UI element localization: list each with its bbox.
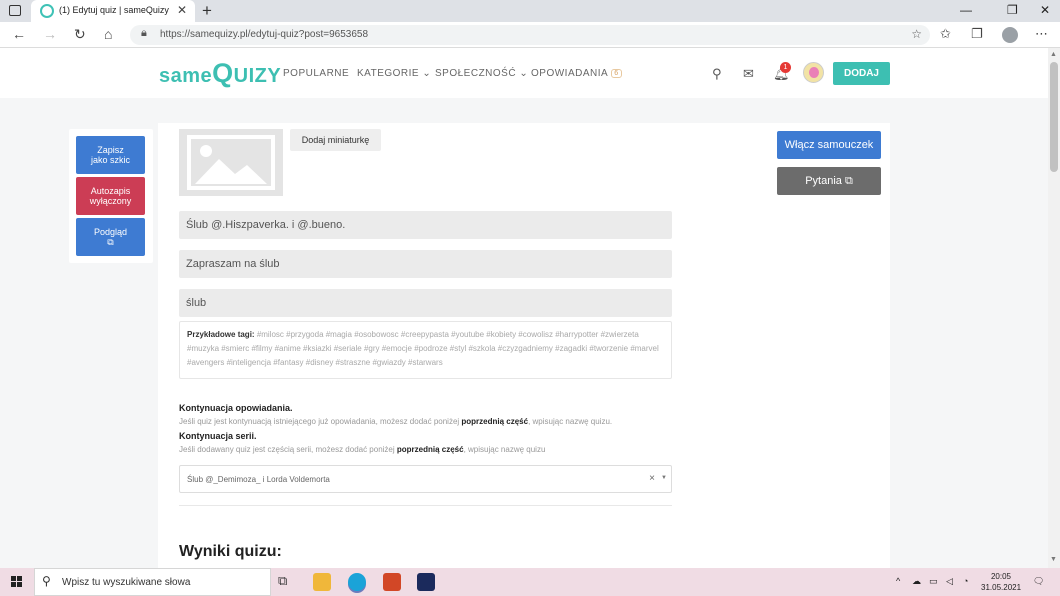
web-page: sameQUIZY POPULARNE KATEGORIE ⌄ SPOŁECZN… — [0, 48, 1048, 568]
task-view-icon[interactable]: ⧉ — [278, 573, 296, 591]
previous-part-select[interactable]: Ślub @_Demimoza_ i Lorda Voldemorta × ▼ — [179, 465, 672, 493]
forward-icon[interactable]: → — [43, 26, 57, 42]
image-placeholder-icon — [187, 135, 275, 190]
scroll-down-icon[interactable]: ▼ — [1050, 556, 1057, 563]
samequizy-logo[interactable]: sameQUIZY — [159, 58, 281, 89]
tags-input[interactable]: ślub — [179, 289, 672, 317]
scroll-thumb[interactable] — [1050, 62, 1058, 172]
collections-icon[interactable]: ❐ — [971, 26, 983, 42]
story-continuation-info: Jeśli quiz jest kontynuacją istniejącego… — [179, 417, 613, 426]
add-thumbnail-button[interactable]: Dodaj miniaturkę — [290, 129, 381, 151]
save-draft-button[interactable]: Zapisz jako szkic — [76, 136, 145, 174]
taskbar-search-placeholder: Wpisz tu wyszukiwane słowa — [62, 577, 191, 588]
tray-chevron-icon[interactable]: ^ — [896, 576, 900, 586]
tab-actions-icon[interactable] — [9, 5, 21, 16]
site-header: sameQUIZY POPULARNE KATEGORIE ⌄ SPOŁECZN… — [0, 48, 1048, 98]
battery-icon[interactable]: ▭ — [929, 576, 938, 587]
tutorial-button[interactable]: Włącz samouczek — [777, 131, 881, 159]
windows-taskbar: ⚲ Wpisz tu wyszukiwane słowa ⧉ ^ ☁ ▭ ◁ ◔… — [0, 568, 1060, 596]
quiz-editor: Dodaj miniaturkę Włącz samouczek Pytania… — [158, 123, 890, 568]
stories-count-badge: 6 — [611, 69, 622, 78]
tab-title: (1) Edytuj quiz | sameQuizy — [59, 5, 169, 15]
chevron-down-icon: ⌄ — [422, 68, 432, 79]
cloud-icon[interactable]: ☁ — [912, 576, 921, 587]
url-field[interactable]: 🔒︎ https://samequizy.pl/edytuj-quiz?post… — [130, 25, 930, 45]
title-input[interactable]: Ślub @.Hiszpaverka. i @.bueno. — [179, 211, 672, 239]
taskbar-search[interactable]: ⚲ Wpisz tu wyszukiwane słowa — [34, 568, 271, 596]
windows-start-icon[interactable] — [11, 576, 23, 588]
scroll-up-icon[interactable]: ▲ — [1050, 51, 1057, 58]
wifi-icon[interactable]: ◔ — [963, 576, 968, 586]
nav-stories[interactable]: OPOWIADANIA 6 — [531, 68, 622, 79]
add-button[interactable]: DODAJ — [833, 62, 890, 85]
clear-selection-icon[interactable]: × — [649, 473, 655, 484]
tab-close-icon[interactable]: ✕ — [177, 3, 187, 17]
home-icon[interactable]: ⌂ — [104, 26, 112, 42]
description-input[interactable]: Zapraszam na ślub — [179, 250, 672, 278]
favorite-star-icon[interactable]: ☆ — [911, 27, 922, 41]
app-icon[interactable] — [417, 573, 435, 591]
messages-icon[interactable]: ✉ — [743, 66, 754, 82]
favorites-icon[interactable]: ✩ — [940, 26, 951, 42]
close-window-button[interactable]: ✕ — [1040, 3, 1050, 17]
external-link-icon: ⧉ — [107, 237, 114, 247]
edge-browser-icon[interactable] — [348, 573, 366, 591]
questions-button[interactable]: Pytania ⧉ — [777, 167, 881, 195]
new-tab-button[interactable]: + — [202, 1, 212, 21]
browser-tab[interactable]: (1) Edytuj quiz | sameQuizy ✕ — [31, 0, 195, 22]
lock-icon: 🔒︎ — [141, 27, 147, 39]
address-bar: ← → ↻ ⌂ 🔒︎ https://samequizy.pl/edytuj-q… — [0, 22, 1060, 48]
powerpoint-icon[interactable] — [383, 573, 401, 591]
external-link-icon: ⧉ — [844, 175, 853, 187]
nav-categories[interactable]: KATEGORIE ⌄ — [357, 68, 431, 79]
example-tags-list: #milosc #przygoda #magia #osobowosc #cre… — [187, 330, 659, 367]
autosave-toggle-button[interactable]: Autozapis wyłączony — [76, 177, 145, 215]
thumbnail-placeholder[interactable] — [179, 129, 283, 196]
file-explorer-icon[interactable] — [313, 573, 331, 591]
page-scrollbar[interactable]: ▲ ▼ — [1048, 48, 1060, 568]
search-icon: ⚲ — [42, 574, 51, 588]
example-tags-box: Przykładowe tagi: #milosc #przygoda #mag… — [179, 321, 672, 379]
user-avatar[interactable] — [803, 62, 824, 83]
minimize-button[interactable]: — — [960, 3, 972, 17]
previous-part-value: Ślub @_Demimoza_ i Lorda Voldemorta — [187, 475, 330, 484]
refresh-icon[interactable]: ↻ — [74, 26, 86, 43]
series-continuation-title: Kontynuacja serii. — [179, 431, 257, 441]
editor-sidebar: Zapisz jako szkic Autozapis wyłączony Podg… — [69, 129, 153, 263]
nav-popular[interactable]: POPULARNE — [283, 68, 349, 79]
volume-icon[interactable]: ◁ — [946, 576, 953, 587]
results-heading: Wyniki quizu: — [179, 543, 282, 560]
search-icon[interactable]: ⚲ — [712, 66, 722, 82]
nav-community[interactable]: SPOŁECZNOŚĆ ⌄ — [435, 68, 528, 79]
profile-avatar[interactable] — [1002, 27, 1018, 43]
samequizy-favicon-icon — [40, 4, 54, 18]
story-continuation-title: Kontynuacja opowiadania. — [179, 403, 293, 413]
preview-button[interactable]: Podgląd ⧉ — [76, 218, 145, 256]
caret-down-icon[interactable]: ▼ — [661, 475, 667, 481]
back-icon[interactable]: ← — [12, 26, 26, 42]
browser-tab-bar: (1) Edytuj quiz | sameQuizy ✕ + — ❐ ✕ — [0, 0, 1060, 22]
url-text[interactable]: https://samequizy.pl/edytuj-quiz?post=96… — [160, 29, 368, 40]
series-continuation-info: Jeśli dodawany quiz jest częścią serii, … — [179, 445, 546, 454]
chevron-down-icon: ⌄ — [519, 68, 529, 79]
divider — [179, 505, 672, 506]
taskbar-clock[interactable]: 20:05 31.05.2021 — [981, 571, 1021, 593]
maximize-button[interactable]: ❐ — [1007, 3, 1018, 17]
more-menu-icon[interactable]: ⋯ — [1035, 26, 1048, 42]
notification-badge: 1 — [780, 62, 791, 73]
example-tags-label: Przykładowe tagi: — [187, 330, 255, 339]
notifications-icon[interactable]: 🗨︎ — [1033, 576, 1044, 587]
